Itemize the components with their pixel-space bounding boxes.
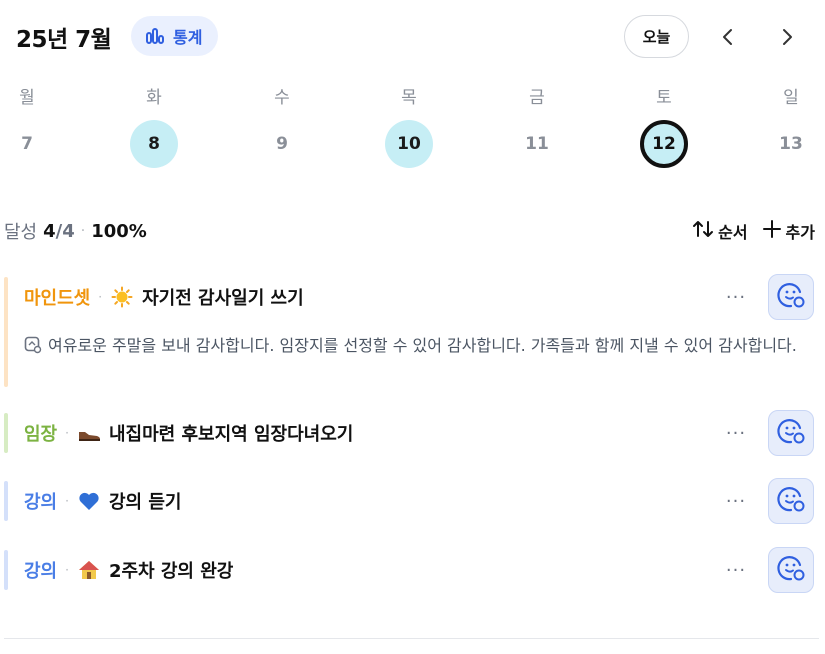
shoe-icon bbox=[77, 421, 101, 445]
memo-text: 여유로운 주말을 보내 감사합니다. 임장지를 선정할 수 있어 감사합니다. … bbox=[48, 336, 797, 355]
more-options-icon[interactable]: ··· bbox=[720, 487, 752, 515]
list-actions: 순서 추가 bbox=[692, 218, 815, 244]
bar-chart-icon bbox=[145, 26, 165, 46]
memo-icon bbox=[24, 334, 42, 364]
task-title[interactable]: 2주차 강의 완강 bbox=[109, 557, 233, 583]
date-cell-done[interactable]: 8 bbox=[130, 120, 178, 168]
smile-check-icon bbox=[776, 416, 806, 450]
weekday-label: 화 bbox=[146, 88, 162, 108]
achievement-label: 달성 bbox=[4, 222, 38, 243]
achievement-count: 4/4 bbox=[43, 220, 75, 242]
sun-icon bbox=[110, 285, 134, 309]
day-column-tue[interactable]: 화 8 bbox=[124, 76, 184, 176]
task-title[interactable]: 내집마련 후보지역 임장다녀오기 bbox=[109, 420, 353, 446]
task-category: 마인드셋 bbox=[24, 288, 91, 309]
date-cell[interactable]: 9 bbox=[258, 120, 306, 168]
date-cell[interactable]: 13 bbox=[767, 120, 815, 168]
achievement-summary: 달성 4/4 · 100% bbox=[4, 218, 147, 244]
category-color-bar bbox=[4, 413, 8, 453]
more-options-icon[interactable]: ··· bbox=[720, 283, 752, 311]
complete-face-button[interactable] bbox=[768, 547, 814, 593]
day-column-wed[interactable]: 수 9 bbox=[252, 76, 312, 176]
smile-check-icon bbox=[776, 280, 806, 314]
task-memo: 여유로운 주말을 보내 감사합니다. 임장지를 선정할 수 있어 감사합니다. … bbox=[24, 331, 814, 364]
weekday-label: 수 bbox=[274, 88, 290, 108]
day-column-sat[interactable]: 토 12 bbox=[634, 76, 694, 176]
calendar-header: 25년 7월 통계 오늘 bbox=[0, 0, 825, 76]
chevron-left-icon[interactable] bbox=[713, 20, 743, 54]
task-row: 강의 · 강의 듣기 bbox=[24, 481, 181, 521]
task-row: 임장 · 내집마련 후보지역 임장다녀오기 bbox=[24, 413, 353, 453]
separator-dot: · bbox=[65, 426, 69, 440]
category-color-bar bbox=[4, 481, 8, 521]
more-options-icon[interactable]: ··· bbox=[720, 556, 752, 584]
complete-face-button[interactable] bbox=[768, 478, 814, 524]
task-row: 강의 · 2주차 강의 완강 bbox=[24, 550, 233, 590]
sort-order-label: 순서 bbox=[718, 223, 748, 242]
plus-icon bbox=[762, 219, 782, 243]
date-cell[interactable]: 11 bbox=[513, 120, 561, 168]
day-column-mon[interactable]: 월 7 bbox=[0, 76, 57, 176]
achievement-percent: 100% bbox=[91, 220, 147, 242]
category-color-bar bbox=[4, 550, 8, 590]
category-color-bar bbox=[4, 277, 8, 387]
weekday-label: 일 bbox=[783, 88, 799, 108]
task-title[interactable]: 자기전 감사일기 쓰기 bbox=[142, 284, 304, 310]
task-item[interactable]: 임장 · 내집마련 후보지역 임장다녀오기 ··· bbox=[4, 410, 821, 456]
add-task-button[interactable]: 추가 bbox=[762, 219, 815, 243]
weekday-label: 금 bbox=[529, 88, 545, 108]
date-cell[interactable]: 7 bbox=[3, 120, 51, 168]
separator-dot: · bbox=[65, 563, 69, 577]
task-category: 강의 bbox=[24, 561, 58, 582]
day-column-fri[interactable]: 금 11 bbox=[507, 76, 567, 176]
complete-face-button[interactable] bbox=[768, 410, 814, 456]
complete-face-button[interactable] bbox=[768, 274, 814, 320]
month-title[interactable]: 25년 7월 bbox=[16, 20, 112, 54]
smile-check-icon bbox=[776, 484, 806, 518]
task-item[interactable]: 마인드셋 · 자기전 감사일기 쓰기 ··· 여유로운 주말을 보내 감사합니다… bbox=[4, 274, 821, 387]
sort-arrows-icon bbox=[692, 219, 714, 243]
stats-button[interactable]: 통계 bbox=[131, 16, 219, 56]
date-cell-done[interactable]: 10 bbox=[385, 120, 433, 168]
task-item[interactable]: 강의 · 2주차 강의 완강 ··· bbox=[4, 547, 821, 593]
stats-label: 통계 bbox=[173, 28, 203, 47]
day-column-sun[interactable]: 일 13 bbox=[761, 76, 821, 176]
weekday-label: 목 bbox=[401, 88, 417, 108]
weekday-label: 토 bbox=[656, 88, 672, 108]
sort-order-button[interactable]: 순서 bbox=[692, 219, 748, 243]
today-button[interactable]: 오늘 bbox=[624, 15, 689, 58]
blue-heart-icon bbox=[77, 489, 101, 513]
task-title[interactable]: 강의 듣기 bbox=[109, 488, 182, 514]
weekday-label: 월 bbox=[19, 88, 35, 108]
separator-dot: · bbox=[80, 223, 86, 239]
task-row: 마인드셋 · 자기전 감사일기 쓰기 bbox=[24, 277, 304, 317]
task-item[interactable]: 강의 · 강의 듣기 ··· bbox=[4, 478, 821, 524]
task-category: 강의 bbox=[24, 492, 58, 513]
date-cell-selected[interactable]: 12 bbox=[640, 120, 688, 168]
bottom-divider bbox=[4, 638, 819, 639]
chevron-right-icon[interactable] bbox=[772, 20, 802, 54]
smile-check-icon bbox=[776, 553, 806, 587]
house-icon bbox=[77, 558, 101, 582]
week-strip: 월 7 화 8 수 9 목 10 금 11 토 12 일 13 bbox=[0, 76, 825, 176]
add-task-label: 추가 bbox=[785, 223, 815, 242]
separator-dot: · bbox=[65, 494, 69, 508]
day-column-thu[interactable]: 목 10 bbox=[379, 76, 439, 176]
task-category: 임장 bbox=[24, 424, 58, 445]
more-options-icon[interactable]: ··· bbox=[720, 419, 752, 447]
separator-dot: · bbox=[98, 290, 103, 304]
